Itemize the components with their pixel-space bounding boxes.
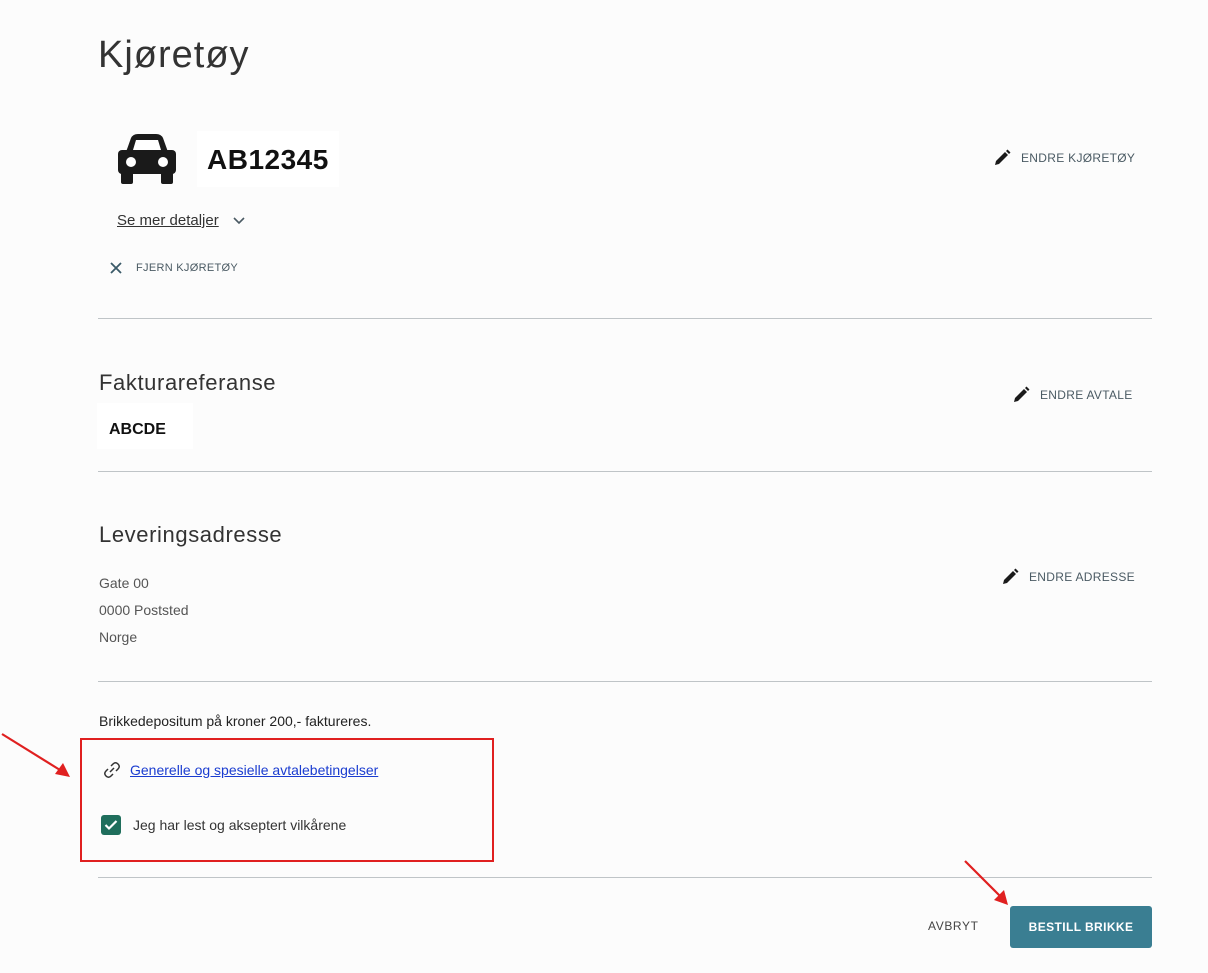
invoice-reference-value: ABCDE (109, 421, 166, 438)
terms-link-label: Generelle og spesielle avtalebetingelser (130, 762, 379, 778)
invoice-reference-title: Fakturareferanse (99, 370, 277, 395)
close-icon (110, 262, 122, 274)
accept-terms-label: Jeg har lest og akseptert vilkårene (133, 817, 347, 833)
accept-terms-checkbox[interactable]: Jeg har lest og akseptert vilkårene (101, 815, 346, 835)
divider (98, 318, 1152, 319)
edit-address-label: ENDRE ADRESSE (1029, 570, 1135, 584)
checkbox-checked[interactable] (101, 815, 121, 835)
pencil-icon (1014, 386, 1030, 402)
edit-agreement-label: ENDRE AVTALE (1040, 388, 1133, 402)
edit-vehicle-button[interactable]: ENDRE KJØRETØY (993, 149, 1135, 167)
page-title: Kjøretøy (98, 34, 250, 76)
see-more-details-label: Se mer detaljer (117, 212, 219, 229)
edit-agreement-button[interactable]: ENDRE AVTALE (1012, 386, 1133, 404)
terms-link[interactable]: Generelle og spesielle avtalebetingelser (102, 760, 378, 780)
remove-vehicle-label: FJERN KJØRETØY (136, 262, 238, 274)
car-icon (118, 134, 176, 184)
annotation-arrow-icon (1, 733, 70, 777)
divider (98, 681, 1152, 682)
order-tag-button[interactable]: BESTILL BRIKKE (1010, 906, 1152, 948)
vehicle-plate: AB12345 (207, 144, 329, 175)
pencil-icon (1003, 568, 1019, 584)
remove-vehicle-button[interactable]: FJERN KJØRETØY (110, 262, 238, 274)
annotation-arrow-icon (964, 860, 1008, 905)
delivery-address: Gate 00 0000 Poststed Norge (99, 570, 189, 651)
address-line: Gate 00 (99, 575, 149, 591)
page: Kjøretøy AB12345 ENDRE KJØRETØY Se mer d… (0, 0, 1208, 973)
address-line: 0000 Poststed (99, 602, 189, 618)
deposit-notice: Brikkedepositum på kroner 200,- fakturer… (99, 713, 372, 729)
checkmark-icon (104, 820, 118, 831)
edit-vehicle-label: ENDRE KJØRETØY (1021, 151, 1136, 165)
pencil-icon (995, 149, 1011, 165)
delivery-address-title: Leveringsadresse (99, 522, 283, 547)
edit-address-button[interactable]: ENDRE ADRESSE (1001, 568, 1135, 586)
terms-highlight-box (80, 738, 494, 862)
divider (98, 471, 1152, 472)
chevron-down-icon (233, 216, 245, 224)
link-icon (104, 762, 120, 778)
cancel-button[interactable]: AVBRYT (928, 919, 979, 933)
address-line: Norge (99, 629, 138, 645)
see-more-details-toggle[interactable]: Se mer detaljer (117, 212, 245, 229)
